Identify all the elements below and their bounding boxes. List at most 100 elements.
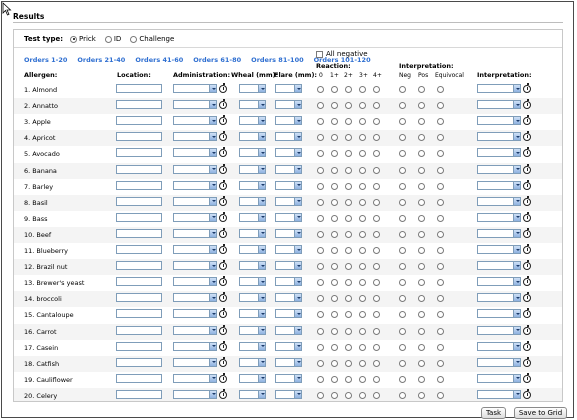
administration-select[interactable]: [173, 84, 217, 93]
chevron-down-icon[interactable]: [513, 342, 520, 350]
chevron-down-icon[interactable]: [513, 326, 520, 334]
location-input[interactable]: [116, 116, 162, 126]
interpretation-radio-2[interactable]: [437, 295, 444, 303]
chevron-down-icon[interactable]: [513, 294, 520, 302]
location-input[interactable]: [116, 228, 162, 238]
chevron-down-icon[interactable]: [294, 294, 301, 302]
reaction-radio-4[interactable]: [373, 198, 380, 206]
chevron-down-icon[interactable]: [209, 117, 216, 125]
reaction-radio-0[interactable]: [317, 182, 324, 190]
interpretation-radio-2[interactable]: [437, 391, 444, 399]
reaction-radio-1[interactable]: [331, 166, 338, 174]
interpretation-radio-1[interactable]: [418, 375, 425, 383]
interpretation-radio-2[interactable]: [437, 134, 444, 142]
chevron-down-icon[interactable]: [294, 342, 301, 350]
wheal-select[interactable]: [239, 212, 266, 222]
location-input[interactable]: [116, 277, 162, 287]
all-negative-checkbox[interactable]: All negative: [316, 50, 368, 58]
reaction-radio-0[interactable]: [317, 279, 324, 287]
location-input[interactable]: [116, 164, 162, 174]
stopwatch-icon[interactable]: [219, 83, 227, 93]
stopwatch-icon[interactable]: [219, 340, 227, 351]
location-input[interactable]: [116, 212, 162, 222]
administration-select[interactable]: [173, 293, 217, 303]
chevron-down-icon[interactable]: [258, 358, 265, 366]
wheal-select[interactable]: [239, 84, 266, 93]
interpretation-radio-2[interactable]: [437, 166, 444, 174]
reaction-radio-1[interactable]: [331, 391, 338, 399]
interpretation-select[interactable]: [477, 116, 521, 126]
flare-select[interactable]: [275, 309, 302, 319]
reaction-radio-2[interactable]: [345, 182, 352, 190]
flare-select[interactable]: [275, 100, 302, 110]
reaction-radio-1[interactable]: [331, 263, 338, 271]
interpretation-radio-0[interactable]: [399, 311, 406, 319]
interpretation-radio-2[interactable]: [437, 311, 444, 319]
chevron-down-icon[interactable]: [258, 117, 265, 125]
location-input[interactable]: [116, 261, 162, 271]
reaction-radio-1[interactable]: [331, 214, 338, 222]
interpretation-radio-1[interactable]: [418, 230, 425, 238]
flare-select[interactable]: [275, 325, 302, 335]
flare-select[interactable]: [275, 116, 302, 126]
chevron-down-icon[interactable]: [513, 197, 520, 205]
interpretation-radio-0[interactable]: [399, 343, 406, 351]
flare-select[interactable]: [275, 245, 302, 254]
flare-select[interactable]: [275, 357, 302, 367]
chevron-down-icon[interactable]: [258, 197, 265, 205]
interpretation-radio-2[interactable]: [437, 247, 444, 254]
chevron-down-icon[interactable]: [258, 229, 265, 237]
reaction-radio-4[interactable]: [373, 327, 380, 335]
chevron-down-icon[interactable]: [294, 246, 301, 253]
stopwatch-icon[interactable]: [523, 340, 531, 351]
test-type-option-prick[interactable]: Prick: [70, 35, 96, 43]
wheal-select[interactable]: [239, 132, 266, 142]
stopwatch-icon[interactable]: [523, 308, 531, 319]
chevron-down-icon[interactable]: [209, 213, 216, 221]
reaction-radio-4[interactable]: [373, 375, 380, 383]
administration-select[interactable]: [173, 245, 217, 254]
chevron-down-icon[interactable]: [513, 133, 520, 141]
interpretation-select[interactable]: [477, 212, 521, 222]
chevron-down-icon[interactable]: [513, 262, 520, 270]
wheal-select[interactable]: [239, 180, 266, 190]
interpretation-radio-1[interactable]: [418, 198, 425, 206]
reaction-radio-3[interactable]: [359, 230, 366, 238]
chevron-down-icon[interactable]: [258, 342, 265, 350]
interpretation-radio-2[interactable]: [437, 214, 444, 222]
interpretation-radio-2[interactable]: [437, 118, 444, 126]
chevron-down-icon[interactable]: [294, 358, 301, 366]
chevron-down-icon[interactable]: [209, 197, 216, 205]
location-input[interactable]: [116, 325, 162, 335]
stopwatch-icon[interactable]: [219, 115, 227, 126]
radio-icon[interactable]: [104, 35, 112, 43]
interpretation-radio-1[interactable]: [418, 118, 425, 126]
reaction-radio-3[interactable]: [359, 247, 366, 254]
chevron-down-icon[interactable]: [294, 326, 301, 334]
reaction-radio-4[interactable]: [373, 391, 380, 399]
reaction-radio-1[interactable]: [331, 359, 338, 367]
chevron-down-icon[interactable]: [513, 229, 520, 237]
stopwatch-icon[interactable]: [523, 115, 531, 126]
administration-select[interactable]: [173, 309, 217, 319]
flare-select[interactable]: [275, 212, 302, 222]
reaction-radio-3[interactable]: [359, 102, 366, 110]
reaction-radio-2[interactable]: [345, 150, 352, 158]
stopwatch-icon[interactable]: [523, 163, 531, 174]
chevron-down-icon[interactable]: [294, 374, 301, 382]
administration-select[interactable]: [173, 164, 217, 174]
reaction-radio-2[interactable]: [345, 327, 352, 335]
administration-select[interactable]: [173, 132, 217, 142]
wheal-select[interactable]: [239, 357, 266, 367]
reaction-radio-0[interactable]: [317, 118, 324, 126]
chevron-down-icon[interactable]: [294, 181, 301, 189]
reaction-radio-4[interactable]: [373, 86, 380, 93]
interpretation-radio-1[interactable]: [418, 102, 425, 110]
reaction-radio-4[interactable]: [373, 279, 380, 287]
stopwatch-icon[interactable]: [523, 276, 531, 287]
administration-select[interactable]: [173, 277, 217, 287]
location-input[interactable]: [116, 84, 162, 93]
reaction-radio-3[interactable]: [359, 134, 366, 142]
interpretation-select[interactable]: [477, 325, 521, 335]
chevron-down-icon[interactable]: [294, 117, 301, 125]
